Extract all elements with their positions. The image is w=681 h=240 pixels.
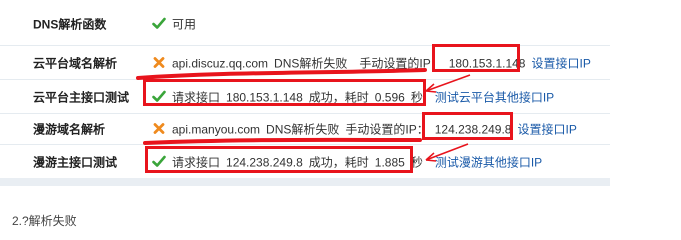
footer-text: 2.?解析失败 (12, 214, 77, 228)
annotation-underline (136, 68, 427, 80)
annotation-arrow (425, 74, 471, 92)
annotation-strokes (136, 68, 471, 162)
annotation-underline (143, 137, 422, 145)
annotation-arrow (425, 143, 469, 161)
